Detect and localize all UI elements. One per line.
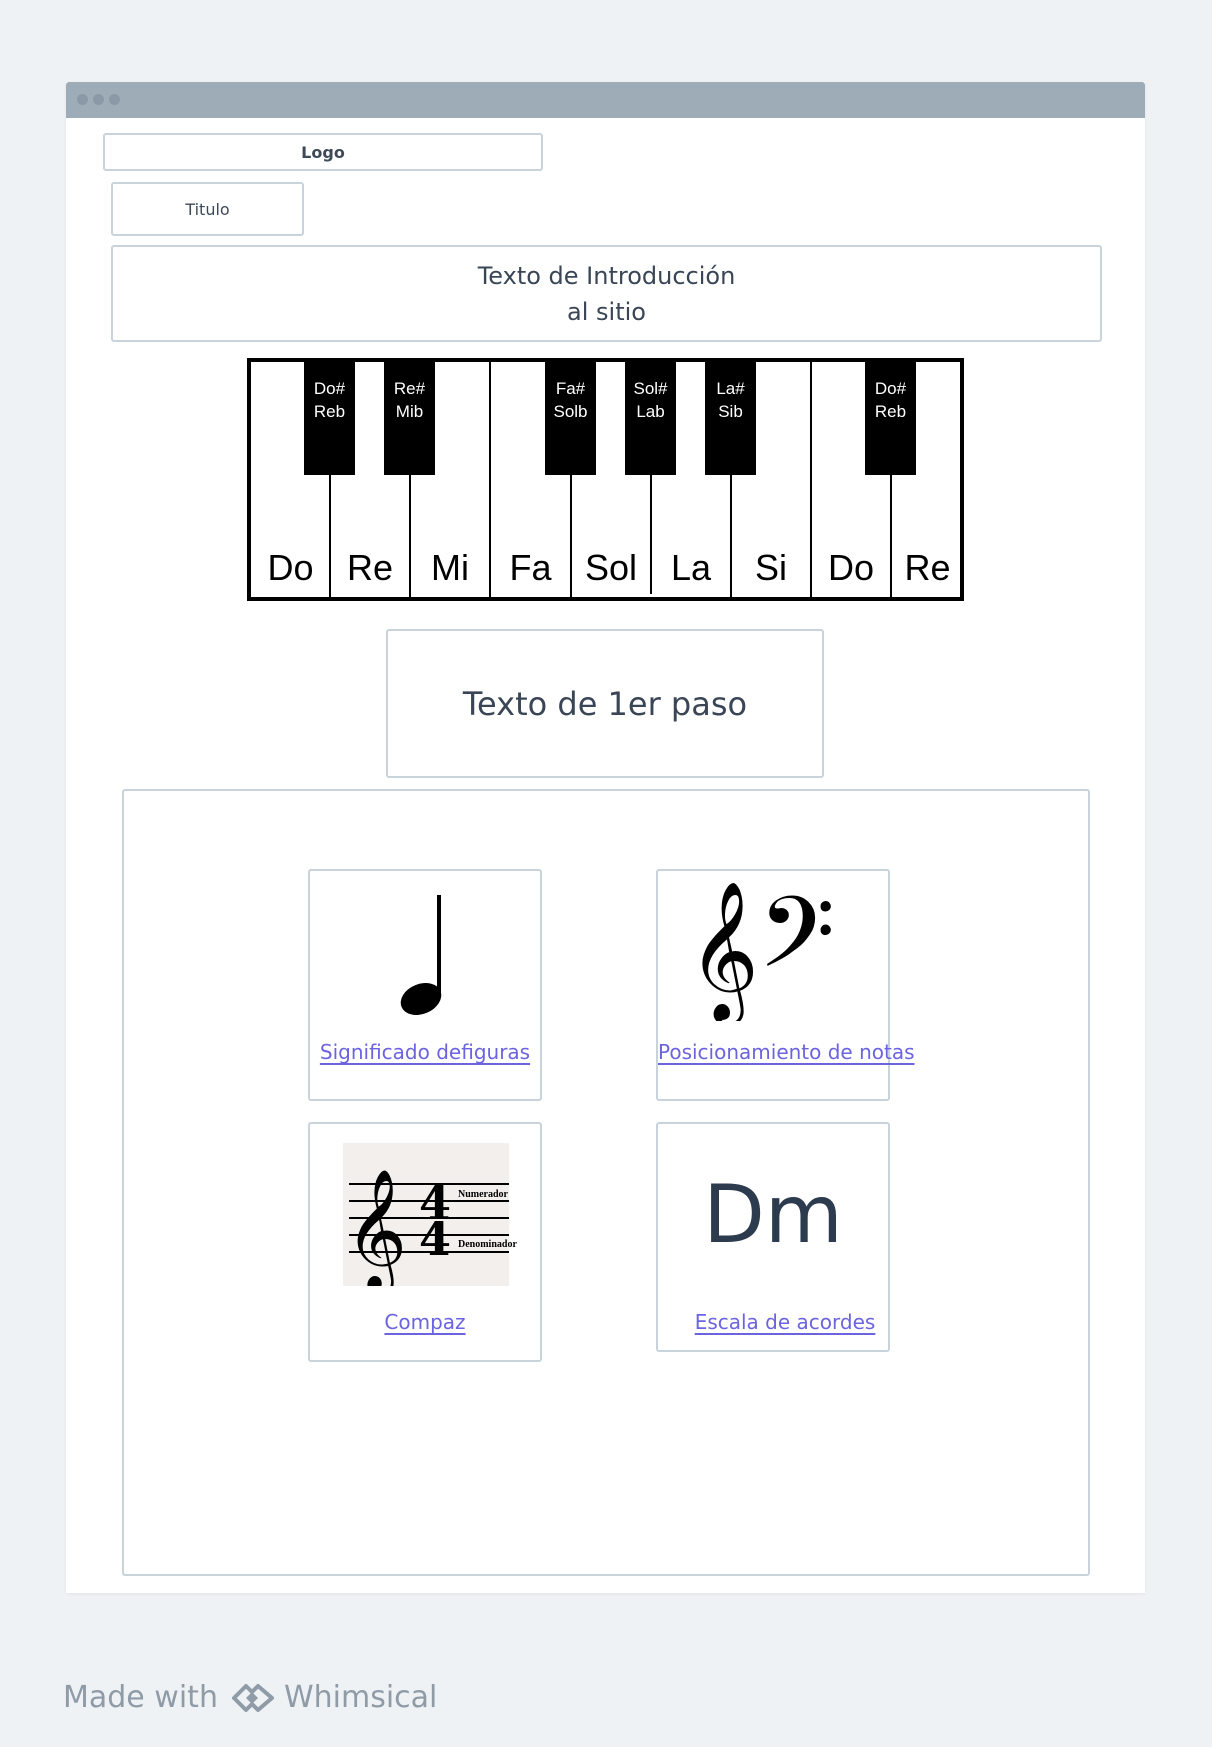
svg-text:4: 4: [419, 1212, 451, 1266]
black-key[interactable]: Fa# Solb: [545, 362, 596, 475]
piano-keyboard: Do Re Mi Fa Sol La Si Do Re Do# Reb Re# Mi…: [247, 358, 964, 601]
flat-label: Reb: [874, 402, 907, 421]
clefs-icon: 𝄞 𝄢: [688, 881, 835, 1021]
acordes-link[interactable]: Escala de acordes: [670, 1310, 900, 1334]
white-key-label: Si: [754, 547, 787, 588]
key-divider: [489, 362, 491, 597]
notas-link[interactable]: Posicionamiento de notas: [658, 1040, 915, 1064]
sharp-label: Do#: [313, 379, 346, 398]
white-key-label: Re: [346, 547, 394, 588]
first-step-text-box: Texto de 1er paso: [386, 629, 824, 778]
card-notas[interactable]: 𝄞 𝄢 Posicionamiento de notas: [656, 869, 915, 1101]
intro-line-2: al sitio: [567, 297, 646, 326]
sharp-label: Sol#: [633, 379, 668, 398]
key-divider: [810, 362, 812, 597]
topics-container: Significado defiguras 𝄞 𝄢 Posicionamient…: [122, 789, 1090, 1576]
window-titlebar: [66, 82, 1145, 118]
numerator-label: Numerador: [458, 1189, 508, 1200]
page-title-placeholder: Titulo: [111, 182, 304, 236]
flat-label: Reb: [313, 402, 346, 421]
sharp-label: La#: [716, 379, 745, 398]
sharp-label: Fa#: [555, 379, 586, 398]
logo-placeholder: Logo: [103, 133, 543, 171]
card-compaz[interactable]: 𝄞 4 4 Numerador Denominador Compaz: [308, 1122, 542, 1362]
quarter-note-icon: [400, 895, 442, 1015]
denominator-label: Denominador: [458, 1239, 517, 1250]
intro-text-box: Texto de Introducción al sitio: [111, 245, 1102, 342]
chord-symbol: Dm: [703, 1168, 843, 1261]
intro-line-1: Texto de Introducción: [477, 261, 736, 290]
card-acordes[interactable]: Dm Escala de acordes: [656, 1122, 890, 1352]
black-key[interactable]: Re# Mib: [384, 362, 435, 475]
compaz-link[interactable]: Compaz: [310, 1310, 540, 1334]
window-dot: [77, 94, 88, 105]
white-key-label: Do: [267, 547, 314, 588]
whimsical-logo-icon: [231, 1683, 274, 1712]
svg-text:𝄢: 𝄢: [758, 881, 835, 1015]
flat-label: Lab: [636, 402, 665, 421]
black-key[interactable]: Do# Reb: [304, 362, 355, 475]
flat-label: Mib: [395, 402, 424, 421]
made-with-footer[interactable]: Made with Whimsical: [63, 1680, 437, 1715]
white-key-label: Do: [827, 547, 875, 588]
whimsical-brand: Whimsical: [283, 1680, 438, 1715]
svg-text:𝄞: 𝄞: [345, 1168, 407, 1286]
window-dot: [93, 94, 104, 105]
window-dot: [109, 94, 120, 105]
white-key-label: Re: [904, 547, 951, 588]
figuras-link[interactable]: Significado defiguras: [310, 1040, 540, 1064]
flat-label: Solb: [553, 402, 588, 421]
svg-text:𝄞: 𝄞: [688, 881, 759, 1021]
white-key-label: Fa: [509, 547, 552, 588]
time-signature-image: 𝄞 4 4 Numerador Denominador: [343, 1143, 517, 1286]
black-key[interactable]: Do# Reb: [865, 362, 916, 475]
sharp-label: Re#: [393, 379, 426, 398]
white-key-label: Mi: [431, 547, 469, 588]
black-key[interactable]: La# Sib: [705, 362, 756, 475]
black-key[interactable]: Sol# Lab: [625, 362, 676, 475]
made-with-label: Made with: [63, 1680, 218, 1715]
card-figuras[interactable]: Significado defiguras: [308, 869, 542, 1101]
white-key-label: Sol: [584, 547, 638, 588]
white-key-label: La: [670, 547, 712, 588]
flat-label: Sib: [718, 402, 743, 421]
sharp-label: Do#: [874, 379, 907, 398]
